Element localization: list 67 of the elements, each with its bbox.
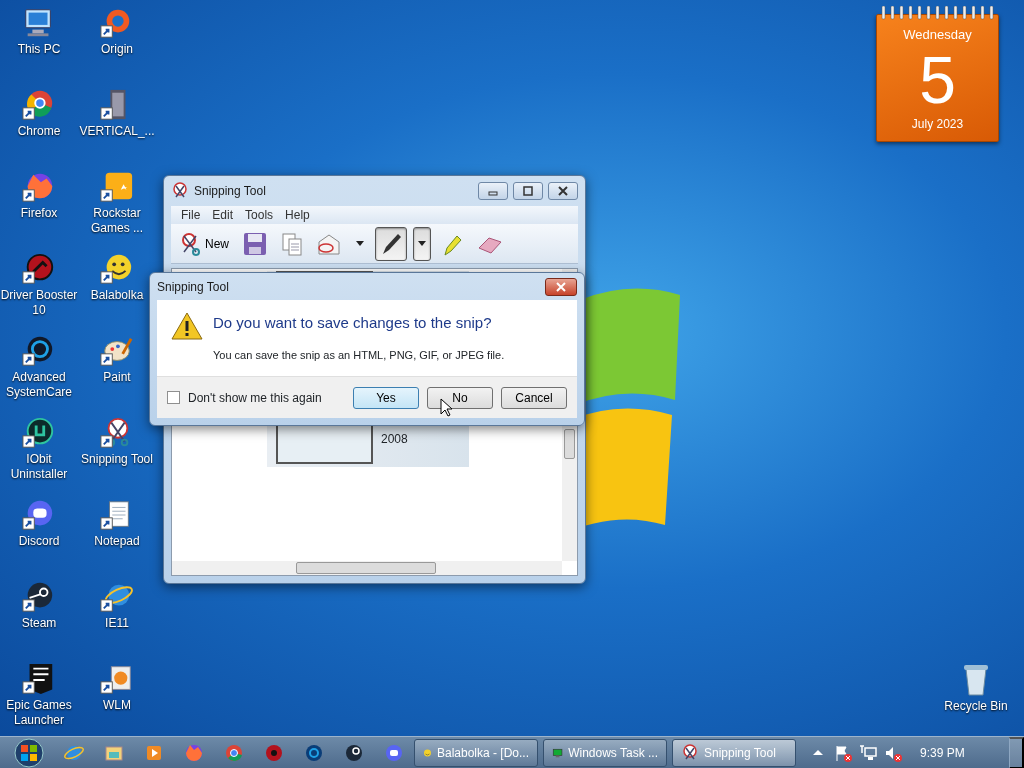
window-title: Snipping Tool: [194, 183, 266, 200]
desktop-shortcut[interactable]: Recycle Bin: [930, 660, 1022, 716]
circle-logo-icon: [304, 742, 324, 763]
desktop-shortcut[interactable]: Notepad: [78, 496, 156, 578]
checkbox-label[interactable]: Don't show me this again: [188, 388, 322, 407]
flag-icon[interactable]: [834, 743, 852, 762]
caret-icon: [417, 240, 427, 247]
maximize-button[interactable]: [513, 182, 543, 200]
chat-bubble-icon: [384, 742, 404, 763]
warning-icon: [171, 312, 203, 340]
dialog-button[interactable]: No: [427, 386, 493, 409]
scissors-icon: [171, 182, 189, 200]
window-title: Snipping Tool: [157, 278, 229, 296]
dropdown-button[interactable]: [413, 226, 431, 261]
dialog-heading: Do you want to save changes to the snip?: [213, 313, 493, 333]
dialog-message: You can save the snip as an HTML, PNG, GIF, or JPEG file.: [213, 347, 505, 363]
clock-text[interactable]: 9:39 PM: [920, 743, 965, 762]
desktop-shortcut[interactable]: Advanced SystemCare: [0, 332, 78, 414]
new-button[interactable]: New: [175, 226, 233, 261]
star-logo-icon: [100, 170, 134, 204]
desktop-shortcut[interactable]: IObit Uninstaller: [0, 414, 78, 496]
minimize-button[interactable]: [478, 182, 508, 200]
dialog-button[interactable]: Yes: [353, 386, 419, 409]
gauge-icon: [22, 252, 56, 286]
close-icon: [556, 281, 566, 292]
desktop-shortcut[interactable]: Driver Booster 10: [0, 250, 78, 332]
network-icon[interactable]: [859, 743, 877, 762]
day-number: 5: [919, 44, 956, 115]
scroll-thumb[interactable]: [296, 562, 436, 574]
caret-icon: [355, 240, 365, 247]
pointer-icon: [440, 398, 452, 417]
menu-item[interactable]: Help: [279, 206, 316, 224]
snip-caption: 2008: [381, 431, 408, 448]
desktop-shortcut[interactable]: IE11: [78, 578, 156, 660]
gear-icon: [264, 742, 284, 763]
desktop-shortcut[interactable]: Chrome: [0, 86, 78, 168]
close-button[interactable]: [545, 277, 577, 296]
scissors-icon: [681, 743, 699, 762]
dialog-button[interactable]: Cancel: [501, 386, 567, 409]
pen-tool-button[interactable]: [375, 226, 407, 261]
desktop-shortcut[interactable]: This PC: [0, 4, 78, 86]
minimize-icon: [488, 191, 498, 196]
scissors-icon: [179, 231, 201, 256]
smiley-face-icon: [100, 252, 134, 286]
menu-item[interactable]: Tools: [239, 206, 280, 224]
close-button[interactable]: [548, 182, 578, 200]
weekday-label: Wednesday: [903, 26, 972, 44]
menu-item[interactable]: Edit: [206, 206, 240, 224]
desktop-shortcut[interactable]: Firefox: [0, 168, 78, 250]
scroll-thumb[interactable]: [564, 429, 575, 459]
close-icon: [558, 186, 568, 196]
browser-icon: [224, 742, 244, 763]
desktop-shortcut[interactable]: Discord: [0, 496, 78, 578]
steam-logo-icon: [344, 742, 364, 763]
menu-item[interactable]: File: [175, 206, 207, 224]
desktop-shortcut[interactable]: Origin: [78, 4, 156, 86]
fox-icon: [184, 742, 204, 763]
maximize-icon: [523, 186, 533, 196]
logo-icon: [22, 416, 56, 450]
desktop-shortcut[interactable]: Rockstar Games ...: [78, 168, 156, 250]
checkbox[interactable]: [167, 391, 180, 404]
desktop-shortcut[interactable]: VERTICAL_...: [78, 86, 156, 168]
copy-icon: [281, 231, 303, 256]
horizontal-scrollbar[interactable]: [172, 561, 562, 575]
month-year-label: July 2023: [911, 115, 964, 133]
show-desktop-button[interactable]: [1009, 736, 1024, 768]
desktop-shortcut[interactable]: Steam: [0, 578, 78, 660]
